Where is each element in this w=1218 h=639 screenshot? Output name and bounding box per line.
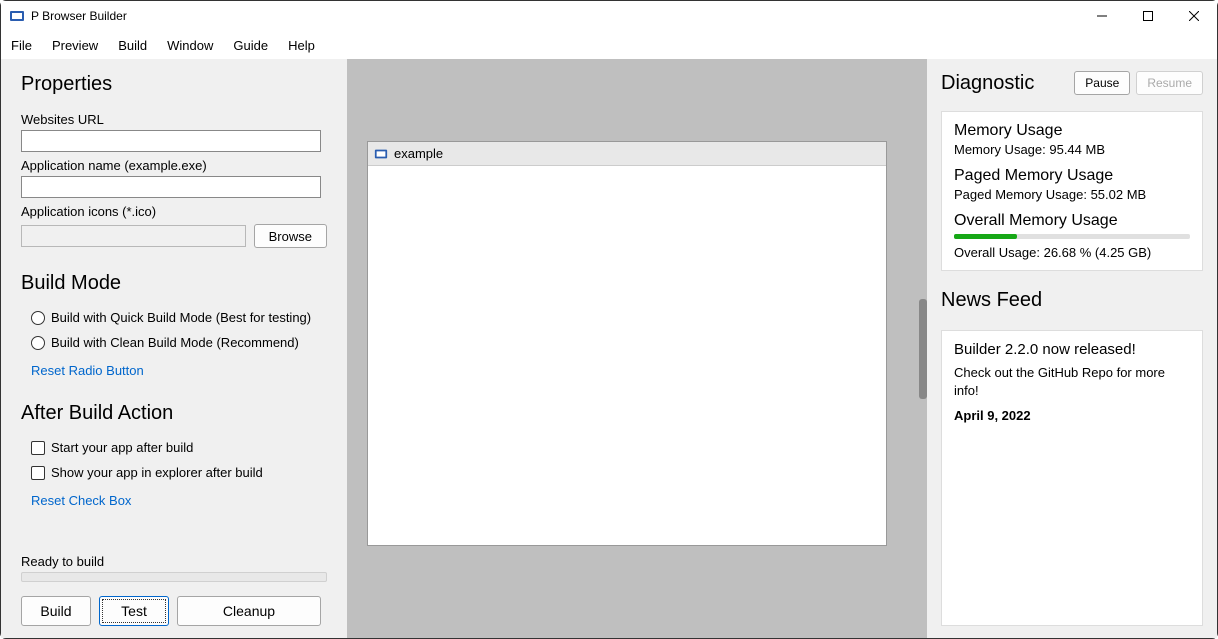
menu-help[interactable]: Help bbox=[288, 38, 315, 53]
app-icon bbox=[9, 8, 25, 24]
radio-clean-row[interactable]: Build with Clean Build Mode (Recommend) bbox=[31, 335, 327, 350]
diagnostic-heading: Diagnostic bbox=[941, 72, 1034, 95]
window-title: P Browser Builder bbox=[31, 9, 127, 23]
menu-file[interactable]: File bbox=[11, 38, 32, 53]
reset-check-link[interactable]: Reset Check Box bbox=[31, 493, 327, 508]
overall-text: Overall Usage: 26.68 % (4.25 GB) bbox=[954, 245, 1190, 260]
titlebar: P Browser Builder bbox=[1, 1, 1217, 31]
status-label: Ready to build bbox=[21, 554, 327, 569]
preview-window[interactable]: example bbox=[367, 141, 887, 546]
afterbuild-heading: After Build Action bbox=[21, 402, 327, 425]
diagnostic-card: Memory Usage Memory Usage: 95.44 MB Page… bbox=[941, 111, 1203, 271]
radio-quick-label: Build with Quick Build Mode (Best for te… bbox=[51, 310, 311, 325]
memory-heading: Memory Usage bbox=[954, 122, 1190, 140]
test-button[interactable]: Test bbox=[99, 596, 169, 626]
cleanup-button[interactable]: Cleanup bbox=[177, 596, 321, 626]
properties-heading: Properties bbox=[21, 73, 327, 96]
memory-text: Memory Usage: 95.44 MB bbox=[954, 142, 1190, 157]
checkbox-icon bbox=[31, 466, 45, 480]
buildmode-heading: Build Mode bbox=[21, 272, 327, 295]
radio-icon bbox=[31, 311, 45, 325]
preview-titlebar: example bbox=[368, 142, 886, 166]
news-title: Builder 2.2.0 now released! bbox=[954, 341, 1190, 358]
browse-button[interactable]: Browse bbox=[254, 224, 327, 248]
icons-label: Application icons (*.ico) bbox=[21, 204, 327, 219]
build-progress bbox=[21, 572, 327, 582]
menu-guide[interactable]: Guide bbox=[233, 38, 268, 53]
paged-heading: Paged Memory Usage bbox=[954, 167, 1190, 185]
resume-button: Resume bbox=[1136, 71, 1203, 95]
check-start-row[interactable]: Start your app after build bbox=[31, 440, 327, 455]
appname-label: Application name (example.exe) bbox=[21, 158, 327, 173]
news-heading: News Feed bbox=[941, 289, 1203, 312]
scrollbar-thumb[interactable] bbox=[919, 299, 927, 399]
news-date: April 9, 2022 bbox=[954, 408, 1190, 423]
radio-icon bbox=[31, 336, 45, 350]
left-panel: Properties Websites URL Application name… bbox=[1, 59, 347, 638]
menu-build[interactable]: Build bbox=[118, 38, 147, 53]
checkbox-icon bbox=[31, 441, 45, 455]
news-body: Check out the GitHub Repo for more info! bbox=[954, 364, 1190, 400]
appname-input[interactable] bbox=[21, 176, 321, 198]
overall-bar-fill bbox=[954, 234, 1017, 239]
build-button[interactable]: Build bbox=[21, 596, 91, 626]
icons-input bbox=[21, 225, 246, 247]
reset-radio-link[interactable]: Reset Radio Button bbox=[31, 363, 327, 378]
url-label: Websites URL bbox=[21, 112, 327, 127]
menubar: File Preview Build Window Guide Help bbox=[1, 31, 1217, 59]
paged-text: Paged Memory Usage: 55.02 MB bbox=[954, 187, 1190, 202]
overall-bar bbox=[954, 234, 1190, 239]
url-input[interactable] bbox=[21, 130, 321, 152]
check-start-label: Start your app after build bbox=[51, 440, 193, 455]
check-explorer-label: Show your app in explorer after build bbox=[51, 465, 263, 480]
menu-window[interactable]: Window bbox=[167, 38, 213, 53]
check-explorer-row[interactable]: Show your app in explorer after build bbox=[31, 465, 327, 480]
overall-heading: Overall Memory Usage bbox=[954, 212, 1190, 230]
menu-preview[interactable]: Preview bbox=[52, 38, 98, 53]
close-button[interactable] bbox=[1171, 1, 1217, 31]
maximize-button[interactable] bbox=[1125, 1, 1171, 31]
preview-title: example bbox=[394, 146, 443, 161]
right-panel: Diagnostic Pause Resume Memory Usage Mem… bbox=[927, 59, 1217, 638]
radio-clean-label: Build with Clean Build Mode (Recommend) bbox=[51, 335, 299, 350]
center-panel: example bbox=[347, 59, 927, 638]
minimize-button[interactable] bbox=[1079, 1, 1125, 31]
pause-button[interactable]: Pause bbox=[1074, 71, 1130, 95]
window-controls bbox=[1079, 1, 1217, 31]
radio-quick-row[interactable]: Build with Quick Build Mode (Best for te… bbox=[31, 310, 327, 325]
app-icon bbox=[374, 147, 388, 161]
news-card: Builder 2.2.0 now released! Check out th… bbox=[941, 330, 1203, 626]
